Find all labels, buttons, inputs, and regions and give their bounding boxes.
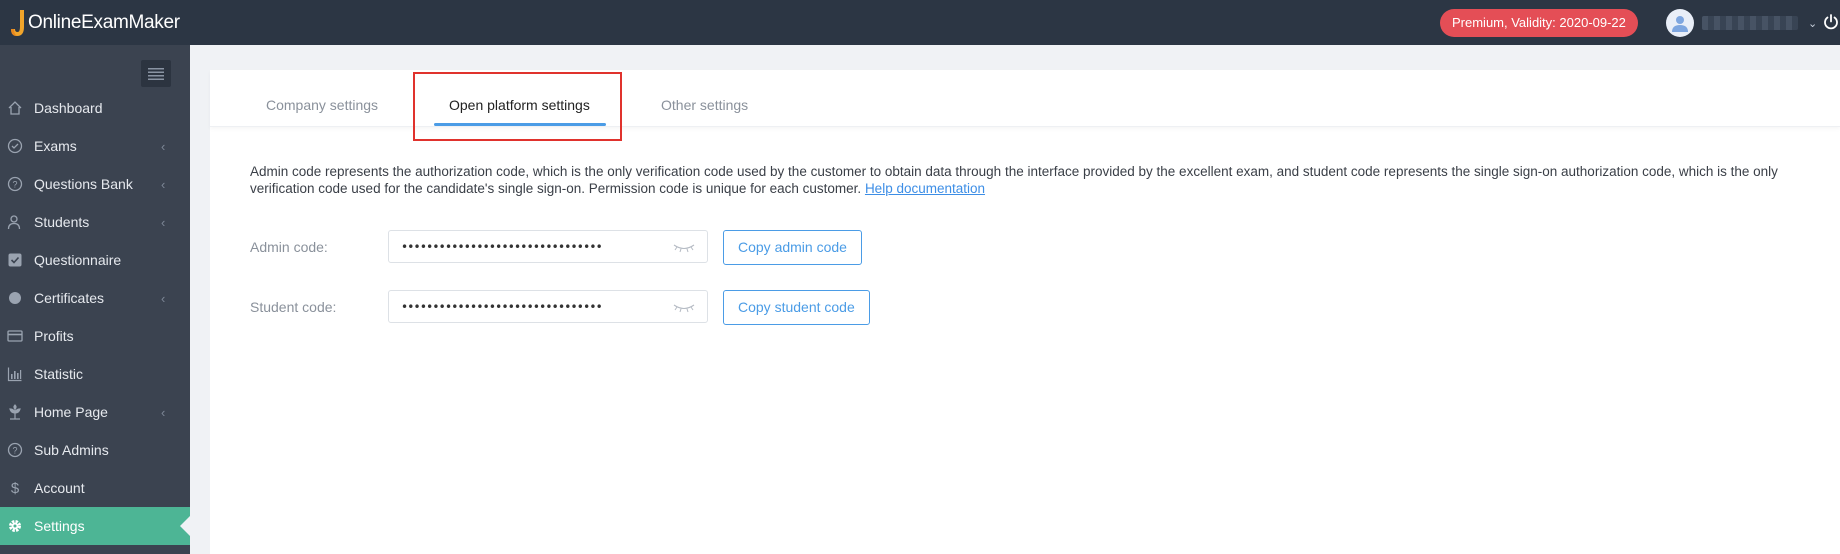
- svg-text:$: $: [11, 480, 20, 496]
- bar-chart-icon: [7, 366, 23, 382]
- credit-card-icon: [7, 328, 23, 344]
- question-circle-icon: ?: [7, 176, 23, 192]
- tab-other-settings[interactable]: Other settings: [661, 97, 748, 113]
- eye-closed-icon[interactable]: [673, 242, 695, 254]
- logo-icon: [11, 10, 24, 36]
- tab-company-settings[interactable]: Company settings: [266, 97, 378, 113]
- power-icon[interactable]: [1822, 13, 1840, 31]
- logo-text: OnlineExamMaker: [28, 12, 180, 33]
- copy-admin-code-button[interactable]: Copy admin code: [723, 230, 862, 265]
- sidebar-item-label: Settings: [34, 518, 85, 534]
- chevron-down-icon: ⌄: [1808, 17, 1818, 30]
- username: [1702, 16, 1798, 30]
- sidebar-item-label: Questionnaire: [34, 252, 122, 268]
- check-circle-icon: [7, 138, 23, 154]
- sidebar-item-label: Questions Bank: [34, 176, 133, 192]
- copy-student-code-button[interactable]: Copy student code: [723, 290, 870, 325]
- gear-icon: [7, 518, 23, 534]
- sidebar-item-students[interactable]: Students ‹: [0, 203, 190, 241]
- sidebar-item-label: Sub Admins: [34, 442, 109, 458]
- sidebar-item-label: Certificates: [34, 290, 105, 306]
- description-body: Admin code represents the authorization …: [250, 164, 1778, 196]
- certificate-icon: [7, 290, 23, 306]
- home-icon: [7, 100, 23, 116]
- sidebar: Dashboard Exams ‹ ? Questions Bank ‹ Stu…: [0, 45, 190, 554]
- logo[interactable]: OnlineExamMaker: [10, 8, 180, 38]
- avatar-icon: [1666, 9, 1694, 37]
- sidebar-item-settings[interactable]: Settings: [0, 507, 190, 545]
- chevron-left-icon: ‹: [161, 404, 166, 420]
- sidebar-item-account[interactable]: $ Account: [0, 469, 190, 507]
- sidebar-item-profits[interactable]: Profits: [0, 317, 190, 355]
- sidebar-item-label: Exams: [34, 138, 77, 154]
- sidebar-item-home-page[interactable]: Home Page ‹: [0, 393, 190, 431]
- sidebar-item-label: Profits: [34, 328, 74, 344]
- user-menu[interactable]: ⌄: [1666, 9, 1817, 37]
- sidebar-item-questions-bank[interactable]: ? Questions Bank ‹: [0, 165, 190, 203]
- question-circle-icon: ?: [7, 442, 23, 458]
- eye-closed-icon[interactable]: [673, 302, 695, 314]
- chevron-left-icon: ‹: [161, 176, 166, 192]
- top-bar: OnlineExamMaker Premium, Validity: 2020-…: [0, 0, 1840, 45]
- chevron-left-icon: ‹: [161, 138, 166, 154]
- menu-toggle-button[interactable]: [141, 60, 171, 87]
- student-code-value: ••••••••••••••••••••••••••••••••: [401, 300, 603, 314]
- chevron-left-icon: ‹: [161, 214, 166, 230]
- sidebar-item-sub-admins[interactable]: ? Sub Admins: [0, 431, 190, 469]
- sidebar-item-label: Statistic: [34, 366, 84, 382]
- sidebar-item-label: Students: [34, 214, 90, 230]
- help-documentation-link[interactable]: Help documentation: [865, 181, 985, 196]
- sidebar-item-exams[interactable]: Exams ‹: [0, 127, 190, 165]
- plant-icon: [7, 404, 23, 420]
- dollar-icon: $: [7, 480, 23, 496]
- highlight-box: [413, 72, 622, 141]
- description-text: Admin code represents the authorization …: [250, 163, 1840, 197]
- admin-code-label: Admin code:: [250, 239, 328, 255]
- admin-code-value: ••••••••••••••••••••••••••••••••: [401, 240, 603, 254]
- chevron-left-icon: ‹: [161, 290, 166, 306]
- sidebar-item-label: Home Page: [34, 404, 108, 420]
- users-icon: [7, 214, 23, 230]
- sidebar-item-certificates[interactable]: Certificates ‹: [0, 279, 190, 317]
- checkbox-icon: [7, 252, 23, 268]
- student-code-field[interactable]: ••••••••••••••••••••••••••••••••: [388, 290, 708, 323]
- admin-code-field[interactable]: ••••••••••••••••••••••••••••••••: [388, 230, 708, 263]
- subscription-badge: Premium, Validity: 2020-09-22: [1440, 9, 1638, 37]
- sidebar-item-dashboard[interactable]: Dashboard: [0, 89, 190, 127]
- svg-text:?: ?: [12, 180, 17, 190]
- sidebar-item-statistic[interactable]: Statistic: [0, 355, 190, 393]
- sidebar-item-questionnaire[interactable]: Questionnaire: [0, 241, 190, 279]
- student-code-label: Student code:: [250, 299, 337, 315]
- hamburger-icon: [148, 67, 164, 80]
- settings-panel: Company settings Open platform settings …: [210, 70, 1840, 554]
- sidebar-item-label: Account: [34, 480, 85, 496]
- svg-text:?: ?: [12, 446, 17, 456]
- sidebar-item-label: Dashboard: [34, 100, 103, 116]
